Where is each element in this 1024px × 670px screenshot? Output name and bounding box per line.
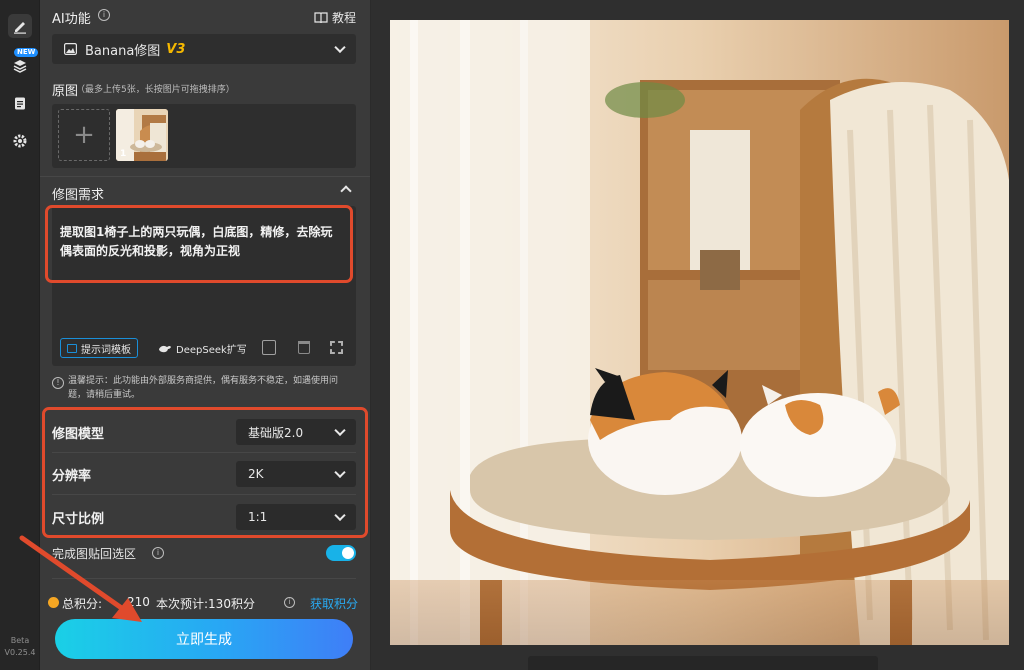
chevron-up-icon[interactable] xyxy=(340,185,352,197)
notice-icon: ! xyxy=(52,377,64,389)
function-select[interactable]: Banana修图 V3 xyxy=(52,34,356,64)
version-beta: Beta xyxy=(10,636,30,645)
generate-button-label: 立即生成 xyxy=(176,632,232,648)
points-value: 210 xyxy=(127,595,150,609)
divider xyxy=(52,578,356,579)
copy-icon[interactable] xyxy=(262,340,276,355)
app-window: NEW Beta V0.25.4 AI功能 i 教程 Banana修图 V3 原… xyxy=(0,0,1024,670)
left-toolbar: NEW Beta V0.25.4 xyxy=(0,0,40,670)
divider xyxy=(40,176,370,177)
gear-icon[interactable] xyxy=(8,129,32,153)
layers-icon[interactable] xyxy=(8,54,32,78)
estimate-text: 本次预计:130积分 xyxy=(156,597,255,611)
paste-back-toggle[interactable] xyxy=(326,545,356,561)
new-badge: NEW xyxy=(14,48,39,57)
prompt-highlight-box xyxy=(45,205,353,283)
tutorial-link[interactable]: 教程 xyxy=(314,9,356,26)
uploaded-thumbnail[interactable]: 1 xyxy=(116,109,168,161)
generate-button[interactable]: 立即生成 xyxy=(55,619,353,659)
tutorial-label: 教程 xyxy=(332,11,357,25)
template-icon xyxy=(67,343,77,353)
clipboard-icon[interactable] xyxy=(8,91,32,115)
original-image-hint: （最多上传5张，长按图片可拖拽排序） xyxy=(76,85,235,95)
whale-icon xyxy=(159,345,171,352)
requirement-title: 修图需求 xyxy=(52,188,105,203)
original-image-title: 原图 xyxy=(52,84,79,99)
chevron-down-icon xyxy=(334,41,346,54)
canvas-bottom-toolbar xyxy=(528,656,878,670)
settings-highlight-box xyxy=(42,407,368,538)
prompt-template-button[interactable]: 提示词模板 xyxy=(60,338,138,358)
deepseek-expand-button[interactable]: DeepSeek扩写 xyxy=(158,341,247,356)
thumbnail-index: 1 xyxy=(120,149,127,159)
info-icon[interactable]: i xyxy=(284,597,295,608)
version-number: V0.25.4 xyxy=(4,648,36,657)
prompt-template-label: 提示词模板 xyxy=(81,344,131,356)
edit-icon[interactable] xyxy=(8,14,32,38)
function-select-value: Banana修图 xyxy=(85,43,161,59)
preview-photo xyxy=(390,20,1009,645)
trash-icon[interactable] xyxy=(298,341,310,354)
preview-image[interactable] xyxy=(390,20,1009,645)
ai-function-panel: AI功能 i 教程 Banana修图 V3 原图 （最多上传5张，长按图片可拖拽… xyxy=(40,0,370,670)
function-version-tag: V3 xyxy=(166,41,186,57)
paste-back-label: 完成图贴回选区 xyxy=(52,547,137,561)
book-icon xyxy=(314,11,328,23)
ai-function-title: AI功能 xyxy=(52,12,91,27)
get-points-link[interactable]: 获取积分 xyxy=(310,595,358,612)
info-icon[interactable]: i xyxy=(152,547,164,559)
points-label: 总积分: xyxy=(62,597,103,611)
deepseek-label: DeepSeek扩写 xyxy=(176,345,247,356)
image-icon xyxy=(64,43,77,55)
coin-icon xyxy=(48,597,59,608)
fullscreen-icon[interactable] xyxy=(330,341,343,354)
add-image-button[interactable]: + xyxy=(58,109,110,161)
info-icon[interactable]: i xyxy=(98,9,110,21)
notice-text: 温馨提示：此功能由外部服务商提供，偶有服务不稳定，如遇使用问题，请稍后重试。 xyxy=(68,376,339,400)
